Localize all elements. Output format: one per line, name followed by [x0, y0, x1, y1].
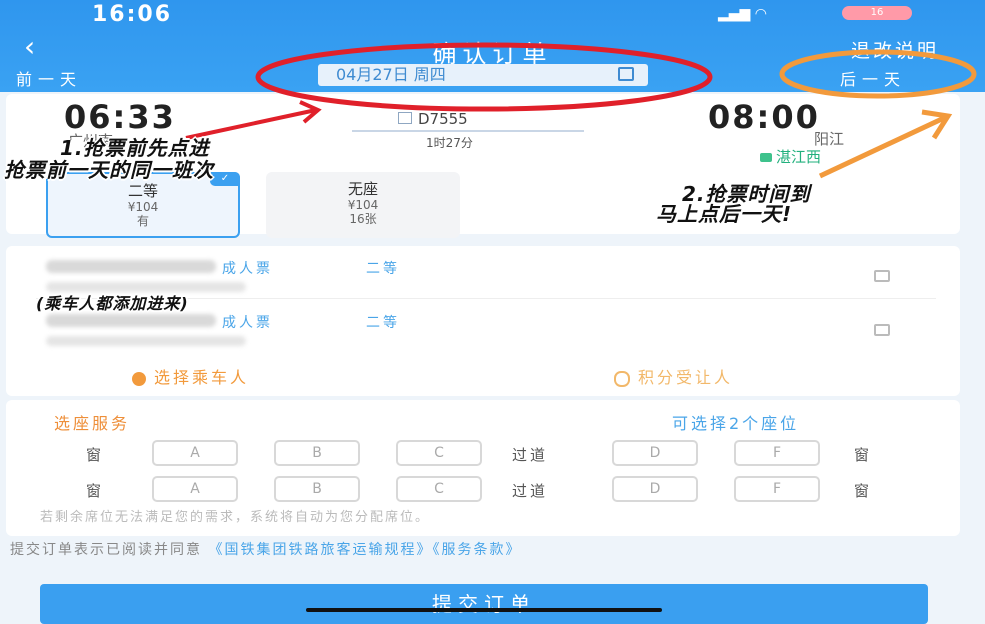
annotation-step1-line2: 抢票前一天的同一班次 — [4, 158, 214, 182]
annotation-passengers: (乘车人都添加进来) — [36, 294, 189, 313]
annotation-step2-line2: 马上点后一天! — [656, 202, 793, 226]
red-circle-annotation — [255, 42, 713, 112]
orange-circle-annotation — [779, 49, 977, 99]
orange-arrow-annotation — [818, 115, 946, 179]
